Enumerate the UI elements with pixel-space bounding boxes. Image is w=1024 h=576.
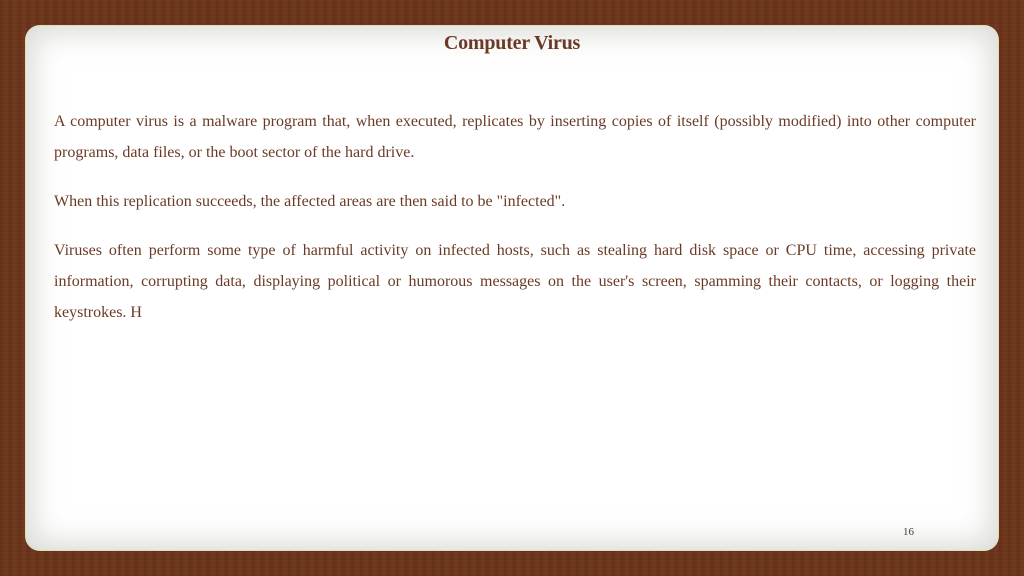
slide-body: A computer virus is a malware program th… — [54, 106, 976, 346]
page-number: 16 — [903, 526, 914, 538]
paragraph-harmful-activity: Viruses often perform some type of harmf… — [54, 242, 976, 321]
paragraph-definition: A computer virus is a malware program th… — [54, 113, 976, 161]
slide-title: Computer Virus — [443, 32, 581, 54]
paragraph-infection: When this replication succeeds, the affe… — [54, 193, 566, 210]
slide-panel: Computer Virus A computer virus is a mal… — [26, 26, 998, 550]
